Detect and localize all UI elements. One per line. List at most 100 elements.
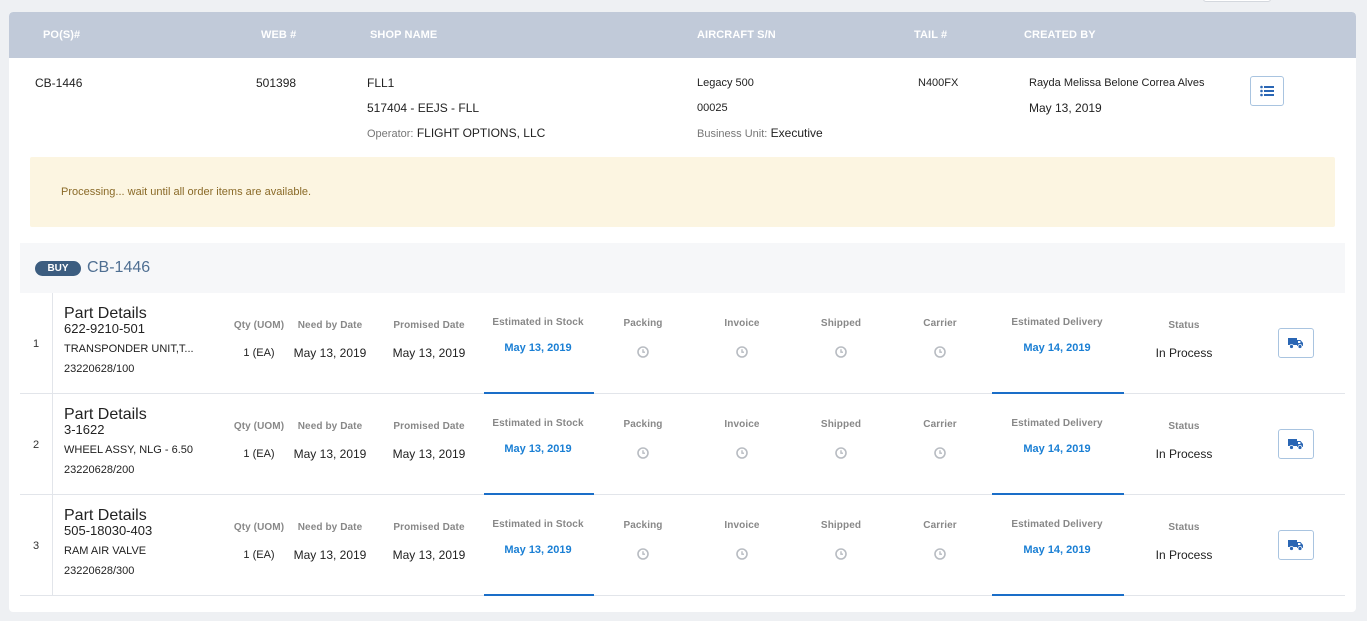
- alert-text: Processing... wait until all order items…: [61, 186, 312, 198]
- buy-section-header: BUY CB-1446: [20, 243, 1345, 293]
- item-row: 3 Part Details 505-18030-403 RAM AIR VAL…: [20, 495, 1345, 596]
- part-number[interactable]: 622-9210-501: [64, 321, 145, 336]
- buy-section: BUY CB-1446 1 Part Details 622-9210-501 …: [20, 243, 1345, 596]
- status-label: Status: [1168, 320, 1200, 331]
- shop-name: FLL1: [367, 76, 395, 90]
- shipped-status: [801, 446, 881, 464]
- est-delivery-value: May 14, 2019: [1023, 342, 1091, 354]
- shipped-status: [801, 547, 881, 565]
- buy-section-title: CB-1446: [87, 259, 151, 276]
- invoice-cell: Invoice: [702, 318, 782, 363]
- qty-value: 1 (EA): [243, 448, 275, 460]
- need-by-cell: Need by Date May 13, 2019: [287, 320, 373, 360]
- clock-icon: [637, 446, 649, 459]
- item-index: 2: [33, 439, 40, 451]
- processing-alert: Processing... wait until all order items…: [30, 157, 1335, 227]
- est-delivery-label: Estimated Delivery: [1011, 317, 1103, 328]
- need-by-cell: Need by Date May 13, 2019: [287, 421, 373, 461]
- carrier-label: Carrier: [923, 318, 957, 329]
- item-index-cell: 1: [20, 293, 53, 393]
- status-cell: Status In Process: [1144, 421, 1224, 461]
- need-by-label: Need by Date: [297, 522, 363, 533]
- shipped-label: Shipped: [820, 419, 862, 430]
- qty-cell: Qty (UOM) 1 (EA): [221, 421, 297, 460]
- est-delivery-label: Estimated Delivery: [1011, 519, 1103, 530]
- packing-status: [603, 345, 683, 363]
- created-date: May 13, 2019: [1029, 101, 1102, 115]
- promised-label: Promised Date: [393, 522, 465, 533]
- created-by: Rayda Melissa Belone Correa Alves: [1029, 77, 1205, 89]
- qty-cell: Qty (UOM) 1 (EA): [221, 522, 297, 561]
- est-stock-cell: Estimated in Stock May 13, 2019: [483, 418, 593, 455]
- carrier-status: [900, 345, 980, 363]
- clock-icon: [736, 547, 748, 560]
- truck-icon: [1288, 338, 1303, 349]
- packing-status: [603, 446, 683, 464]
- order-items-list-button[interactable]: [1250, 76, 1284, 106]
- qty-value: 1 (EA): [243, 347, 275, 359]
- shipped-label: Shipped: [820, 520, 862, 531]
- item-row: 2 Part Details 3-1622 WHEEL ASSY, NLG - …: [20, 394, 1345, 495]
- item-index: 1: [33, 338, 40, 350]
- promised-value: May 13, 2019: [392, 346, 466, 360]
- shipped-cell: Shipped: [801, 318, 881, 363]
- shipped-cell: Shipped: [801, 520, 881, 565]
- est-delivery-cell: Estimated Delivery May 14, 2019: [992, 317, 1122, 354]
- est-delivery-value: May 14, 2019: [1023, 544, 1091, 556]
- qty-label: Qty (UOM): [233, 320, 285, 331]
- shipped-cell: Shipped: [801, 419, 881, 464]
- est-stock-value: May 13, 2019: [504, 342, 572, 354]
- aircraft-sn: 00025: [697, 102, 728, 114]
- promised-cell: Promised Date May 13, 2019: [384, 522, 474, 562]
- carrier-cell: Carrier: [900, 520, 980, 565]
- need-by-value: May 13, 2019: [293, 447, 367, 461]
- est-stock-label: Estimated in Stock: [492, 418, 584, 429]
- truck-icon: [1288, 439, 1303, 450]
- part-reference: 23220628/300: [64, 565, 135, 577]
- col-header-aircraft: AIRCRAFT S/N: [697, 29, 776, 41]
- promised-label: Promised Date: [393, 320, 465, 331]
- business-unit-label: Business Unit:: [697, 128, 768, 140]
- est-delivery-underline: [992, 594, 1124, 596]
- promised-value: May 13, 2019: [392, 548, 466, 562]
- shop-code: 517404 - EEJS - FLL: [367, 101, 480, 115]
- packing-label: Packing: [623, 520, 663, 531]
- invoice-label: Invoice: [724, 419, 760, 430]
- status-value: In Process: [1155, 447, 1213, 461]
- packing-cell: Packing: [603, 419, 683, 464]
- track-shipment-button[interactable]: [1278, 530, 1314, 560]
- top-control-stub[interactable]: [1203, 0, 1271, 2]
- packing-status: [603, 547, 683, 565]
- clock-icon: [934, 547, 946, 560]
- carrier-label: Carrier: [923, 520, 957, 531]
- part-number[interactable]: 505-18030-403: [64, 523, 152, 538]
- order-card: PO(S)# WEB # SHOP NAME AIRCRAFT S/N TAIL…: [9, 12, 1356, 612]
- packing-cell: Packing: [603, 520, 683, 565]
- operator-label: Operator:: [367, 128, 414, 140]
- status-cell: Status In Process: [1144, 522, 1224, 562]
- operator: Operator: FLIGHT OPTIONS, LLC: [367, 126, 545, 140]
- part-number[interactable]: 3-1622: [64, 422, 104, 437]
- business-unit: Business Unit: Executive: [697, 126, 823, 140]
- list-icon: [1260, 85, 1274, 97]
- est-stock-label: Estimated in Stock: [492, 317, 584, 328]
- track-shipment-button[interactable]: [1278, 429, 1314, 459]
- order-table-header: PO(S)# WEB # SHOP NAME AIRCRAFT S/N TAIL…: [9, 12, 1356, 58]
- est-stock-value: May 13, 2019: [504, 544, 572, 556]
- est-delivery-label: Estimated Delivery: [1011, 418, 1103, 429]
- est-stock-label: Estimated in Stock: [492, 519, 584, 530]
- carrier-cell: Carrier: [900, 419, 980, 464]
- track-shipment-button[interactable]: [1278, 328, 1314, 358]
- status-label: Status: [1168, 421, 1200, 432]
- promised-cell: Promised Date May 13, 2019: [384, 421, 474, 461]
- col-header-shop: SHOP NAME: [370, 29, 438, 41]
- clock-icon: [637, 345, 649, 358]
- aircraft-model: Legacy 500: [697, 77, 754, 89]
- clock-icon: [637, 547, 649, 560]
- clock-icon: [835, 446, 847, 459]
- item-index-cell: 2: [20, 394, 53, 494]
- need-by-label: Need by Date: [297, 320, 363, 331]
- part-description: WHEEL ASSY, NLG - 6.50: [64, 444, 194, 456]
- invoice-status: [702, 547, 782, 565]
- clock-icon: [835, 345, 847, 358]
